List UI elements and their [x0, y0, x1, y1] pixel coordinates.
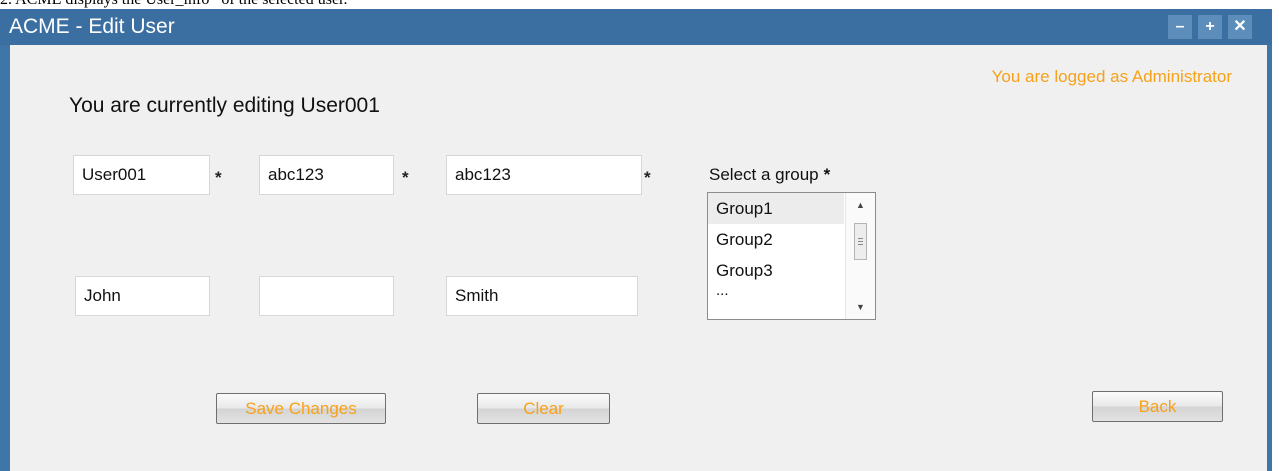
- password-required-mark: *: [402, 168, 409, 187]
- close-icon[interactable]: ✕: [1228, 15, 1252, 39]
- minimize-icon[interactable]: –: [1168, 15, 1192, 39]
- back-button[interactable]: Back: [1092, 391, 1223, 422]
- username-required-mark: *: [215, 168, 222, 187]
- group-scrollbar[interactable]: ▲ ▼: [845, 193, 875, 319]
- middle-name-field[interactable]: [259, 276, 394, 316]
- caption-text: 2. ACME displays the User_info* of the s…: [0, 0, 1279, 8]
- edit-user-window: ACME - Edit User – + ✕ You are logged as…: [0, 9, 1272, 471]
- group-required-mark: *: [823, 165, 831, 184]
- group-option-group1[interactable]: Group1: [708, 193, 844, 224]
- confirm-password-field[interactable]: [446, 155, 642, 195]
- edit-user-form: You are logged as Administrator You are …: [10, 45, 1267, 471]
- scrollbar-grip-line: [858, 244, 863, 245]
- group-list: Group1 Group2 Group3 ...: [708, 193, 844, 306]
- group-label-text: Select a group: [709, 165, 819, 184]
- scrollbar-grip-line: [858, 241, 863, 242]
- title-bar[interactable]: ACME - Edit User – + ✕: [0, 9, 1272, 45]
- group-option-group2[interactable]: Group2: [708, 224, 844, 255]
- last-name-field[interactable]: [446, 276, 638, 316]
- scroll-down-arrow-icon[interactable]: ▼: [846, 297, 875, 317]
- group-label: Select a group *: [709, 165, 830, 185]
- logged-in-status: You are logged as Administrator: [991, 67, 1232, 86]
- scrollbar-grip-line: [858, 238, 863, 239]
- username-field[interactable]: [73, 155, 210, 195]
- group-option-more: ...: [716, 282, 729, 299]
- maximize-icon[interactable]: +: [1198, 15, 1222, 39]
- document-caption: 2. ACME displays the User_info* of the s…: [0, 0, 1279, 8]
- confirm-password-required-mark: *: [644, 168, 651, 187]
- clear-button[interactable]: Clear: [477, 393, 610, 424]
- first-name-field[interactable]: [75, 276, 210, 316]
- page-heading: You are currently editing User001: [69, 94, 380, 117]
- group-listbox[interactable]: Group1 Group2 Group3 ... ▲ ▼: [707, 192, 876, 320]
- password-field[interactable]: [259, 155, 394, 195]
- window-title: ACME - Edit User: [9, 15, 175, 38]
- scroll-up-arrow-icon[interactable]: ▲: [846, 195, 875, 215]
- scrollbar-thumb[interactable]: [854, 223, 867, 260]
- save-changes-button[interactable]: Save Changes: [216, 393, 386, 424]
